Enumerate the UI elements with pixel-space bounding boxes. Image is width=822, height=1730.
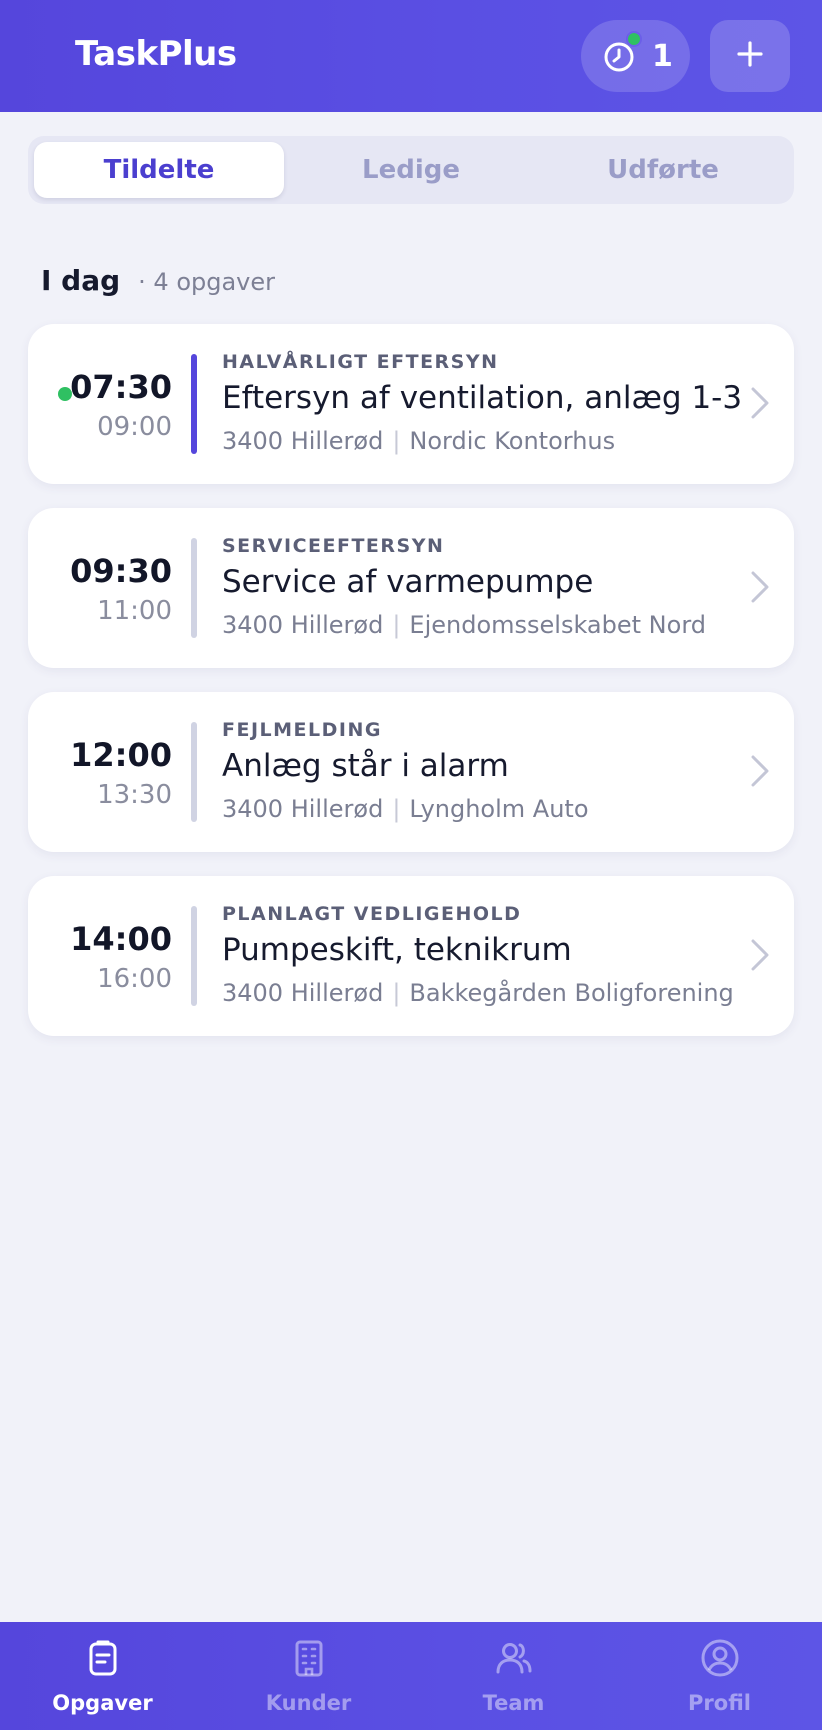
users-icon (496, 1643, 531, 1674)
nav-opgaver[interactable]: Opgaver (0, 1622, 205, 1730)
task-card[interactable]: 12:00 13:30 FEJLMELDING Anlæg står i ala… (28, 692, 794, 852)
section-count: · 4 opgaver (138, 268, 276, 296)
task-start-time: 09:30 (70, 552, 172, 590)
meta-divider: | (392, 795, 401, 823)
task-category: HALVÅRLIGT EFTERSYN (222, 351, 499, 373)
task-tabs: Tildelte Ledige Udførte (28, 136, 794, 204)
task-accent-bar (191, 722, 197, 822)
clock-icon (602, 31, 642, 74)
add-task-button[interactable] (710, 20, 790, 92)
tab-tildelte[interactable]: Tildelte (34, 142, 284, 198)
task-meta: 3400 Hillerød | Bakkegården Boligforening (222, 979, 734, 1007)
nav-label: Kunder (265, 1691, 352, 1715)
meta-divider: | (392, 611, 401, 639)
task-meta: 3400 Hillerød | Lyngholm Auto (222, 795, 589, 823)
task-category: PLANLAGT VEDLIGEHOLD (222, 903, 522, 925)
plus-icon (736, 40, 764, 72)
task-end-time: 16:00 (97, 964, 172, 994)
timer-running-indicator (626, 31, 642, 47)
chevron-right-icon (751, 939, 769, 971)
nav-label: Opgaver (52, 1691, 153, 1715)
task-city: 3400 Hillerød (222, 979, 384, 1007)
task-card[interactable]: 07:30 09:00 HALVÅRLIGT EFTERSYN Eftersyn… (28, 324, 794, 484)
task-card[interactable]: 09:30 11:00 SERVICEEFTERSYN Service af v… (28, 508, 794, 668)
task-category: SERVICEEFTERSYN (222, 535, 445, 557)
task-accent-bar (191, 538, 197, 638)
tab-ledige[interactable]: Ledige (286, 142, 536, 198)
meta-divider: | (392, 427, 401, 455)
task-accent-bar (191, 906, 197, 1006)
task-customer: Ejendomsselskabet Nord (409, 611, 706, 639)
task-city: 3400 Hillerød (222, 427, 384, 455)
bottom-navigation: Opgaver Kunder Team Profil (0, 1622, 822, 1730)
task-title: Pumpeskift, teknikrum (222, 932, 572, 968)
nav-label: Profil (688, 1691, 751, 1715)
task-end-time: 09:00 (97, 412, 172, 442)
nav-profil[interactable]: Profil (617, 1622, 822, 1730)
building-icon (295, 1640, 322, 1677)
task-title: Anlæg står i alarm (222, 748, 509, 784)
chevron-right-icon (751, 571, 769, 603)
task-city: 3400 Hillerød (222, 611, 384, 639)
task-start-time: 14:00 (70, 920, 172, 958)
task-meta: 3400 Hillerød | Nordic Kontorhus (222, 427, 615, 455)
chevron-right-icon (751, 755, 769, 787)
active-timer-button[interactable]: 1 (581, 20, 690, 92)
timer-count: 1 (652, 38, 673, 74)
task-card[interactable]: 14:00 16:00 PLANLAGT VEDLIGEHOLD Pumpesk… (28, 876, 794, 1036)
clipboard-icon (89, 1640, 116, 1676)
task-meta: 3400 Hillerød | Ejendomsselskabet Nord (222, 611, 706, 639)
meta-divider: | (392, 979, 401, 1007)
task-title: Service af varmepumpe (222, 564, 594, 600)
task-customer: Bakkegården Boligforening (409, 979, 734, 1007)
tab-udforte[interactable]: Udførte (538, 142, 788, 198)
task-title: Eftersyn af ventilation, anlæg 1-3 (222, 380, 743, 416)
task-end-time: 13:30 (97, 780, 172, 810)
app-header: TaskPlus 1 (0, 0, 822, 112)
task-start-time: 12:00 (70, 736, 172, 774)
nav-team[interactable]: Team (411, 1622, 616, 1730)
section-title: I dag (41, 264, 121, 297)
app-title: TaskPlus (75, 34, 237, 74)
task-start-time: 07:30 (70, 368, 172, 406)
task-end-time: 11:00 (97, 596, 172, 626)
task-category: FEJLMELDING (222, 719, 382, 741)
task-city: 3400 Hillerød (222, 795, 384, 823)
chevron-right-icon (751, 387, 769, 419)
user-circle-icon (701, 1639, 738, 1677)
nav-label: Team (482, 1691, 545, 1715)
section-header: I dag · 4 opgaver (41, 264, 275, 297)
nav-kunder[interactable]: Kunder (206, 1622, 411, 1730)
task-accent-bar (191, 354, 197, 454)
task-customer: Lyngholm Auto (409, 795, 589, 823)
task-customer: Nordic Kontorhus (409, 427, 616, 455)
